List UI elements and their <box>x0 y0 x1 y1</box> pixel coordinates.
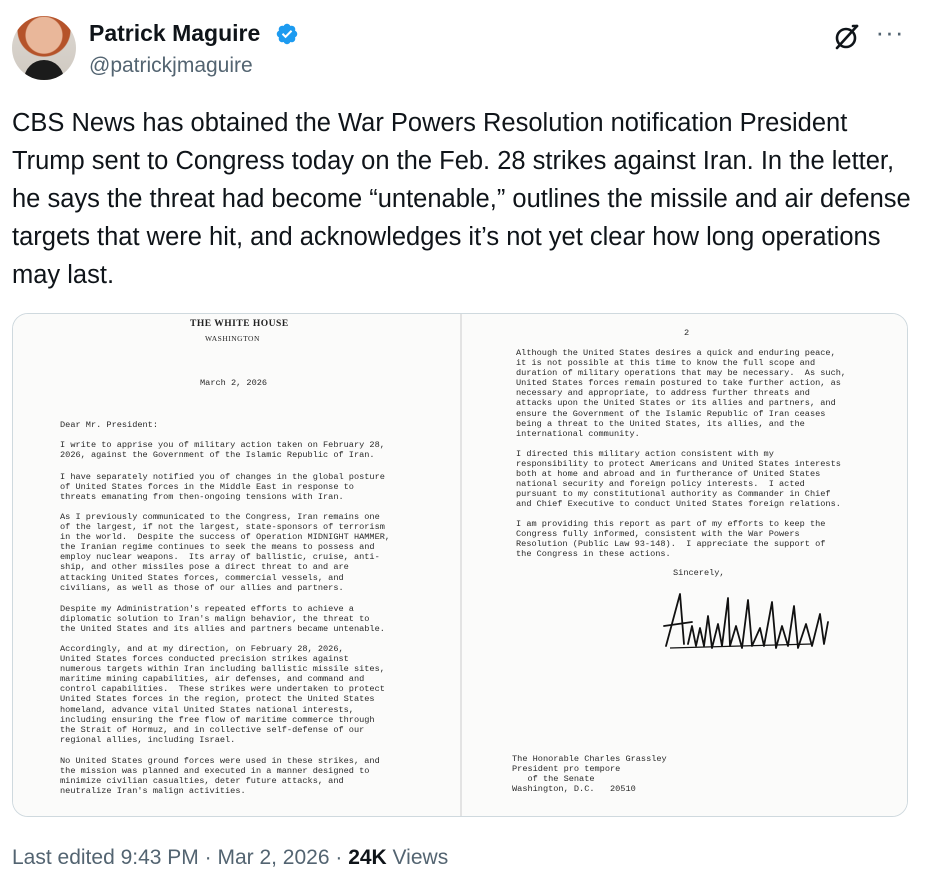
views-count[interactable]: 24K <box>348 846 387 869</box>
tweet-footer: Last edited 9:43 PM · Mar 2, 2026 · 24K … <box>12 846 448 870</box>
signature <box>663 593 829 649</box>
letter-paragraph: Despite my Administration's repeated eff… <box>60 604 385 635</box>
letter-paragraph: Accordingly, and at my direction, on Feb… <box>60 644 385 745</box>
letter-date: March 2, 2026 <box>200 378 268 388</box>
page-number: 2 <box>684 328 690 338</box>
letter-paragraph: No United States ground forces were used… <box>60 756 380 797</box>
letter-page-2: 2 Although the United States desires a q… <box>462 314 907 816</box>
letter-addressee: The Honorable Charles Grassley President… <box>512 754 667 795</box>
letter-paragraph: I have separately notified you of change… <box>60 472 385 503</box>
grok-icon[interactable] <box>832 22 862 52</box>
letter-paragraph: I write to apprise you of military actio… <box>60 440 385 461</box>
letter-paragraph: As I previously communicated to the Cong… <box>60 512 391 593</box>
letterhead-location: WASHINGTON <box>205 334 260 343</box>
tweet-text: CBS News has obtained the War Powers Res… <box>12 109 911 289</box>
avatar[interactable] <box>12 16 76 80</box>
letter-paragraph: Although the United States desires a qui… <box>516 348 847 439</box>
edited-timestamp[interactable]: Last edited 9:43 PM · Mar 2, 2026 · <box>12 846 348 869</box>
letter-paragraph: I directed this military action consiste… <box>516 449 841 510</box>
author-name[interactable]: Patrick Maguire <box>89 20 260 47</box>
letterhead: THE WHITE HOUSE <box>190 319 289 329</box>
verified-badge-icon <box>276 23 298 45</box>
letter-closing: Sincerely, <box>673 568 725 578</box>
author-handle[interactable]: @patrickjmaguire <box>89 54 253 78</box>
more-icon[interactable]: ··· <box>874 19 906 50</box>
letter-salutation: Dear Mr. President: <box>60 420 158 430</box>
tweet-header: Patrick Maguire @patrickjmaguire ··· <box>12 16 914 86</box>
tweet-media[interactable]: THE WHITE HOUSE WASHINGTON March 2, 2026… <box>12 313 908 817</box>
letter-page-1: THE WHITE HOUSE WASHINGTON March 2, 2026… <box>13 314 460 816</box>
views-label: Views <box>386 846 449 869</box>
letter-paragraph: I am providing this report as part of my… <box>516 519 826 560</box>
